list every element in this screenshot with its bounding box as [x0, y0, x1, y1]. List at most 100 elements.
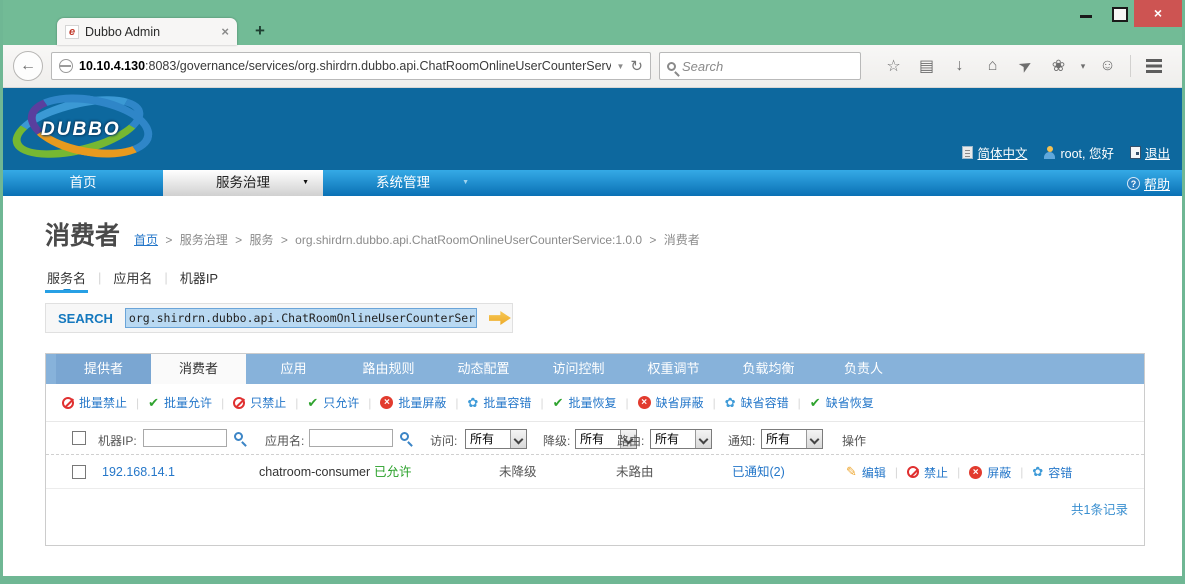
- action-batch-shield[interactable]: × 批量屏蔽: [380, 394, 446, 411]
- action-separator: |: [625, 396, 628, 410]
- dubbo-favicon-icon: e: [65, 25, 79, 39]
- tab-routes[interactable]: 路由规则: [341, 354, 436, 384]
- tolerant-icon: ✿: [1032, 464, 1043, 480]
- logout-link[interactable]: 退出: [1130, 143, 1170, 162]
- browser-search-box[interactable]: [659, 52, 861, 80]
- op-label: 编辑: [862, 464, 886, 481]
- tab-owners[interactable]: 负责人: [816, 354, 911, 384]
- tab-overrides[interactable]: 动态配置: [436, 354, 531, 384]
- service-search-input[interactable]: org.shirdrn.dubbo.api.ChatRoomOnlineUser…: [125, 308, 477, 328]
- tab-weights[interactable]: 权重调节: [626, 354, 721, 384]
- menu-hamburger-icon[interactable]: [1137, 56, 1170, 76]
- action-batch-recover[interactable]: ✔批量恢复: [553, 394, 617, 411]
- action-label: 只允许: [323, 394, 359, 411]
- new-tab-button[interactable]: +: [246, 19, 274, 43]
- share-icon[interactable]: ➤: [1006, 49, 1045, 83]
- url-bar[interactable]: 10.10.4.130:8083/governance/services/org…: [51, 52, 651, 80]
- tab-machine-ip[interactable]: 机器IP: [180, 268, 218, 293]
- tab-consumers[interactable]: 消费者: [151, 354, 246, 384]
- machine-ip-filter-label: 机器IP:: [98, 432, 137, 449]
- operations-column-label: 操作: [842, 432, 866, 449]
- check-icon: ✔: [553, 395, 564, 411]
- check-icon: ✔: [810, 395, 821, 411]
- feedback-smiley-icon[interactable]: ☺: [1091, 57, 1124, 75]
- route-select[interactable]: 所有: [650, 429, 712, 449]
- bookmarks-menu-icon[interactable]: ▤: [910, 56, 943, 76]
- action-only-forbid[interactable]: 只禁止: [233, 394, 286, 411]
- search-go-arrow-button[interactable]: [489, 310, 511, 326]
- dubbo-logo[interactable]: DUBBO: [9, 92, 163, 164]
- browser-tab[interactable]: e Dubbo Admin ×: [57, 18, 237, 45]
- breadcrumb-services: 服务: [249, 233, 273, 247]
- action-default-recover[interactable]: ✔缺省恢复: [810, 394, 874, 411]
- help-link[interactable]: ? 帮助: [1127, 170, 1170, 196]
- home-icon[interactable]: ⌂: [976, 57, 1009, 75]
- action-label: 批量屏蔽: [398, 394, 446, 411]
- tab-service-name[interactable]: 服务名: [47, 268, 86, 293]
- tab-applications[interactable]: 应用: [246, 354, 341, 384]
- action-batch-tolerant[interactable]: ✿批量容错: [468, 394, 532, 411]
- tab-providers[interactable]: 提供者: [56, 354, 151, 384]
- url-dropdown-icon[interactable]: ▼: [617, 62, 625, 71]
- app-name-input[interactable]: [309, 429, 393, 447]
- maximize-button[interactable]: [1102, 0, 1134, 27]
- op-edit[interactable]: ✎ 编辑: [846, 464, 886, 481]
- batch-actions-bar: 批量禁止 | ✔批量允许 | 只禁止 | ✔只允许 | ×批量屏蔽 | ✿批量容…: [46, 384, 1144, 421]
- access-select[interactable]: 所有: [465, 429, 527, 449]
- browser-search-input[interactable]: [682, 59, 853, 74]
- user-label: root, 您好: [1060, 143, 1114, 162]
- tab-accesses[interactable]: 访问控制: [531, 354, 626, 384]
- breadcrumb-separator: >: [649, 233, 656, 247]
- back-button[interactable]: ←: [13, 51, 43, 81]
- addon-dropdown-icon[interactable]: ▾: [1075, 61, 1091, 72]
- edit-pencil-icon: ✎: [846, 464, 857, 480]
- op-tolerant[interactable]: ✿容错: [1032, 464, 1072, 481]
- action-separator: |: [540, 396, 543, 410]
- bookmark-star-icon[interactable]: ☆: [877, 56, 910, 76]
- close-button[interactable]: ×: [1134, 0, 1182, 27]
- app-search-icon[interactable]: [400, 432, 409, 441]
- select-all-checkbox[interactable]: [72, 431, 86, 445]
- action-label: 批量恢复: [568, 394, 616, 411]
- downloads-icon[interactable]: ↓: [943, 57, 976, 75]
- tab-loadbalances[interactable]: 负载均衡: [721, 354, 816, 384]
- op-forbid[interactable]: 禁止: [907, 464, 948, 481]
- access-status: 已允许: [374, 455, 412, 489]
- search-label: SEARCH: [58, 311, 113, 326]
- tab-close-icon[interactable]: ×: [221, 24, 229, 39]
- action-label: 缺省容错: [741, 394, 789, 411]
- reload-icon[interactable]: ↻: [630, 57, 643, 75]
- breadcrumb-home[interactable]: 首页: [134, 233, 158, 247]
- block-icon: ×: [638, 396, 651, 409]
- action-batch-forbid[interactable]: 批量禁止: [62, 394, 127, 411]
- select-arrow-icon: [806, 430, 822, 448]
- action-label: 批量禁止: [79, 394, 127, 411]
- search-type-tabs: 服务名 | 应用名 | 机器IP: [47, 268, 1182, 293]
- row-checkbox[interactable]: [72, 465, 86, 479]
- notify-status-link[interactable]: 已通知(2): [732, 455, 785, 489]
- language-link[interactable]: 简体中文: [962, 143, 1027, 162]
- nav-item-system[interactable]: 系统管理▼: [323, 170, 483, 196]
- tab-app-name[interactable]: 应用名: [113, 268, 152, 293]
- addon-icon[interactable]: ❀: [1042, 56, 1075, 76]
- block-icon: ×: [380, 396, 393, 409]
- action-default-tolerant[interactable]: ✿缺省容错: [725, 394, 789, 411]
- consumer-ip-link[interactable]: 192.168.14.1: [102, 455, 175, 489]
- forbid-icon: [62, 397, 74, 409]
- action-label: 缺省屏蔽: [656, 394, 704, 411]
- breadcrumb-governance: 服务治理: [180, 233, 228, 247]
- chevron-down-icon: ▼: [302, 170, 309, 196]
- action-default-shield[interactable]: × 缺省屏蔽: [638, 394, 704, 411]
- subtab-separator: |: [98, 270, 101, 291]
- op-shield[interactable]: ×屏蔽: [969, 464, 1011, 481]
- machine-ip-input[interactable]: [143, 429, 227, 447]
- nav-item-governance[interactable]: 服务治理▼: [163, 170, 323, 196]
- action-only-allow[interactable]: ✔只允许: [307, 394, 359, 411]
- user-greeting[interactable]: root, 您好: [1043, 143, 1114, 162]
- downgrade-select-value: 所有: [576, 430, 620, 448]
- minimize-button[interactable]: [1070, 0, 1102, 27]
- ip-search-icon[interactable]: [234, 432, 243, 441]
- nav-item-home[interactable]: 首页: [3, 170, 163, 196]
- notify-select[interactable]: 所有: [761, 429, 823, 449]
- action-batch-allow[interactable]: ✔批量允许: [148, 394, 212, 411]
